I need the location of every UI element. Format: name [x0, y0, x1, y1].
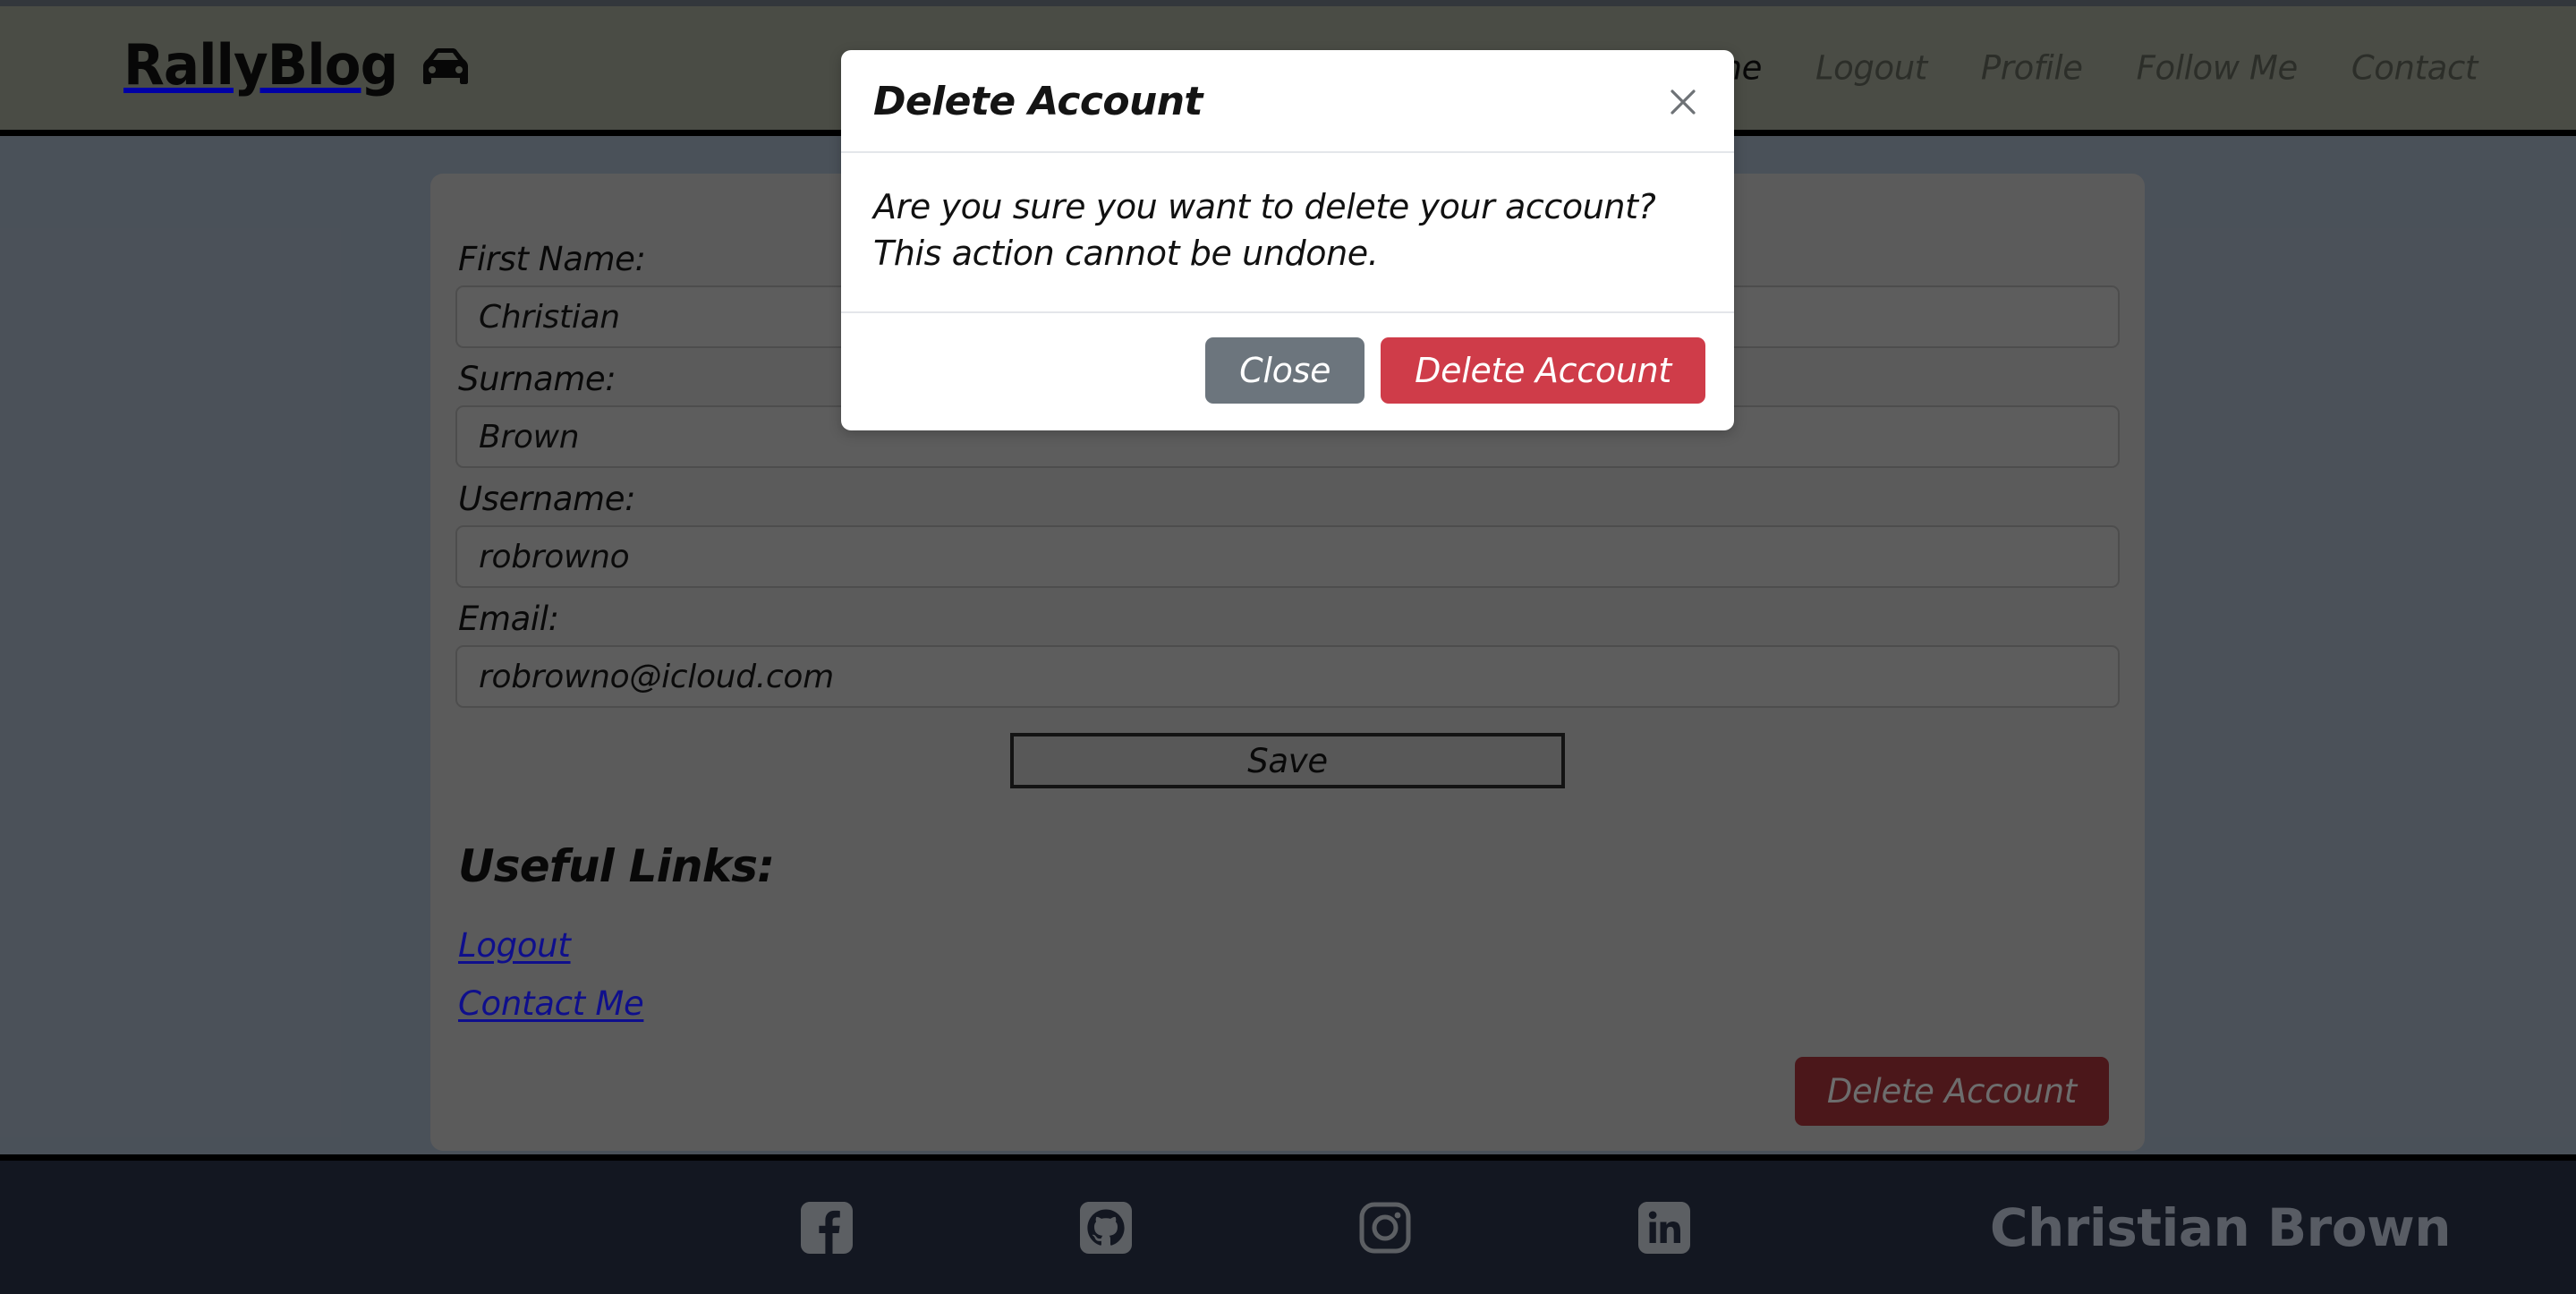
modal-header: Delete Account	[841, 50, 1734, 153]
delete-account-modal: Delete Account Are you sure you want to …	[841, 50, 1734, 430]
modal-title: Delete Account	[873, 79, 1203, 124]
page-root: RallyBlog Home Logout Profile Follow Me …	[0, 0, 2576, 1294]
modal-confirmation-text: Are you sure you want to delete your acc…	[873, 187, 1656, 274]
modal-footer: Close Delete Account	[841, 313, 1734, 430]
close-icon[interactable]	[1661, 80, 1705, 124]
modal-body: Are you sure you want to delete your acc…	[841, 153, 1734, 313]
modal-close-button[interactable]: Close	[1205, 336, 1365, 404]
browser-top-strip	[0, 0, 2576, 6]
modal-confirm-delete-button[interactable]: Delete Account	[1381, 336, 1705, 404]
